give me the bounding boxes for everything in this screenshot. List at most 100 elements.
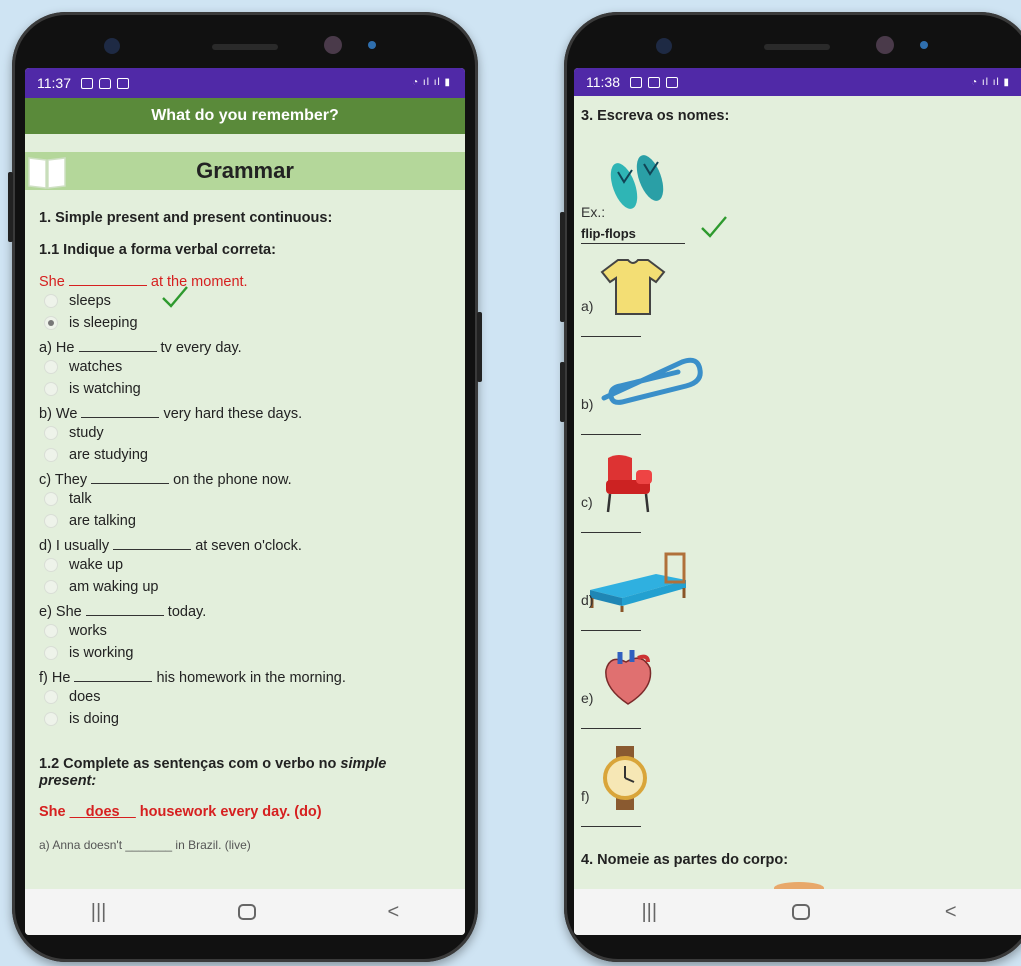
- naming-item: a): [574, 256, 774, 352]
- radio-button[interactable]: [45, 449, 57, 461]
- item-label: d): [581, 592, 594, 608]
- armchair-icon: [598, 452, 658, 519]
- question-sentence: d) I usually at seven o'clock.: [39, 538, 453, 554]
- option-row[interactable]: is sleeping: [39, 312, 453, 334]
- naming-item: b): [574, 354, 774, 450]
- earpiece-speaker: [212, 44, 278, 50]
- question-subject: f) He: [39, 670, 71, 686]
- example-sentence: She at the moment.: [39, 274, 453, 290]
- radio-button[interactable]: [45, 581, 57, 593]
- radio-button[interactable]: [45, 361, 57, 373]
- image-notification-icon: [630, 76, 642, 88]
- radio-button[interactable]: [45, 515, 57, 527]
- option-row[interactable]: are studying: [39, 444, 453, 466]
- signal-battery-icon: ◔ ıl ıl ▮: [971, 77, 1010, 88]
- home-button[interactable]: [791, 904, 810, 920]
- back-button[interactable]: <: [945, 901, 957, 924]
- radio-button[interactable]: [45, 493, 57, 505]
- option-label: is watching: [69, 381, 141, 397]
- paperclip-icon: [594, 354, 704, 413]
- answer-blank-input[interactable]: [581, 532, 641, 533]
- home-button[interactable]: [237, 904, 256, 920]
- led: [368, 41, 376, 49]
- item-label: a): [581, 298, 594, 314]
- check-notification-icon: [117, 77, 129, 89]
- option-row[interactable]: wake up: [39, 554, 453, 576]
- exercise-content: 3. Escreva os nomes: Ex.: flip-flops a) b…: [574, 108, 1021, 894]
- volume-button: [8, 172, 13, 242]
- section-banner: Grammar: [25, 152, 465, 190]
- answer-blank-input[interactable]: [581, 336, 641, 337]
- option-label: wake up: [69, 557, 124, 573]
- heading-3: 3. Escreva os nomes:: [581, 108, 730, 124]
- option-row[interactable]: watches: [39, 356, 453, 378]
- radio-button[interactable]: [45, 427, 57, 439]
- naming-item: d): [574, 550, 774, 646]
- option-label: is sleeping: [69, 315, 138, 331]
- heart-organ-icon: [598, 648, 658, 713]
- answer-blank-input[interactable]: [581, 728, 641, 729]
- option-row[interactable]: study: [39, 422, 453, 444]
- example-2-answer: __does__: [69, 804, 136, 820]
- option-row[interactable]: is working: [39, 642, 453, 664]
- image-notification-icon: [81, 77, 93, 89]
- radio-button[interactable]: [45, 559, 57, 571]
- example-label: Ex.:: [581, 204, 606, 220]
- question-subject: d) I usually: [39, 538, 110, 554]
- option-row[interactable]: sleeps: [39, 286, 453, 312]
- status-bar: 11:37 ◔ ıl ıl ▮: [25, 68, 465, 98]
- bag-notification-icon: [99, 77, 111, 89]
- blank: [85, 615, 164, 616]
- option-row[interactable]: works: [39, 620, 453, 642]
- option-label: does: [69, 689, 101, 705]
- question-subject: e) She: [39, 604, 82, 620]
- checkmark-icon: [701, 216, 727, 238]
- front-camera: [656, 38, 672, 54]
- blank: [74, 681, 153, 682]
- option-label: talk: [69, 491, 92, 507]
- heading-1-2-text: 1.2 Complete as sentenças com o verbo no: [39, 756, 337, 772]
- radio-button[interactable]: [45, 295, 57, 307]
- answer-blank-input[interactable]: [581, 630, 641, 631]
- radio-button[interactable]: [45, 383, 57, 395]
- option-row[interactable]: talk: [39, 488, 453, 510]
- radio-button[interactable]: [45, 647, 57, 659]
- answer-blank-input[interactable]: [581, 826, 641, 827]
- example-answer: flip-flops: [581, 226, 685, 244]
- radio-button[interactable]: [45, 625, 57, 637]
- bag-notification-icon: [648, 76, 660, 88]
- radio-button[interactable]: [45, 691, 57, 703]
- tshirt-icon: [598, 256, 668, 321]
- power-button: [477, 312, 482, 382]
- answer-blank-input[interactable]: [581, 434, 641, 435]
- question-subject: b) We: [39, 406, 78, 422]
- option-row[interactable]: are talking: [39, 510, 453, 532]
- example-subject: She: [39, 274, 65, 290]
- recent-apps-button[interactable]: |||: [91, 901, 107, 924]
- heading-1-1: 1.1 Indique a forma verbal correta:: [39, 242, 276, 258]
- naming-item: c): [574, 452, 774, 548]
- cut-off-line: a) Anna doesn't _______ in Brazil. (live…: [39, 838, 251, 852]
- option-label: sleeps: [69, 293, 111, 309]
- question-sentence: f) He his homework in the morning.: [39, 670, 453, 686]
- option-row[interactable]: is doing: [39, 708, 453, 730]
- item-label: b): [581, 396, 594, 412]
- naming-item: e): [574, 648, 774, 744]
- option-label: is working: [69, 645, 134, 661]
- option-row[interactable]: am waking up: [39, 576, 453, 598]
- sensor: [324, 36, 342, 54]
- option-row[interactable]: does: [39, 686, 453, 708]
- option-label: works: [69, 623, 107, 639]
- radio-button-selected[interactable]: [45, 317, 57, 329]
- item-label: c): [581, 494, 593, 510]
- option-row[interactable]: is watching: [39, 378, 453, 400]
- back-button[interactable]: <: [388, 901, 400, 924]
- heading-1-2: 1.2 Complete as sentenças com o verbo no…: [39, 756, 453, 790]
- radio-button[interactable]: [45, 713, 57, 725]
- recent-apps-button[interactable]: |||: [641, 901, 657, 924]
- app-bar: What do you remember?: [25, 98, 465, 134]
- flip-flops-icon: [610, 155, 664, 209]
- item-label: f): [581, 788, 590, 804]
- navigation-bar: ||| <: [25, 889, 465, 935]
- question-rest: very hard these days.: [163, 406, 303, 422]
